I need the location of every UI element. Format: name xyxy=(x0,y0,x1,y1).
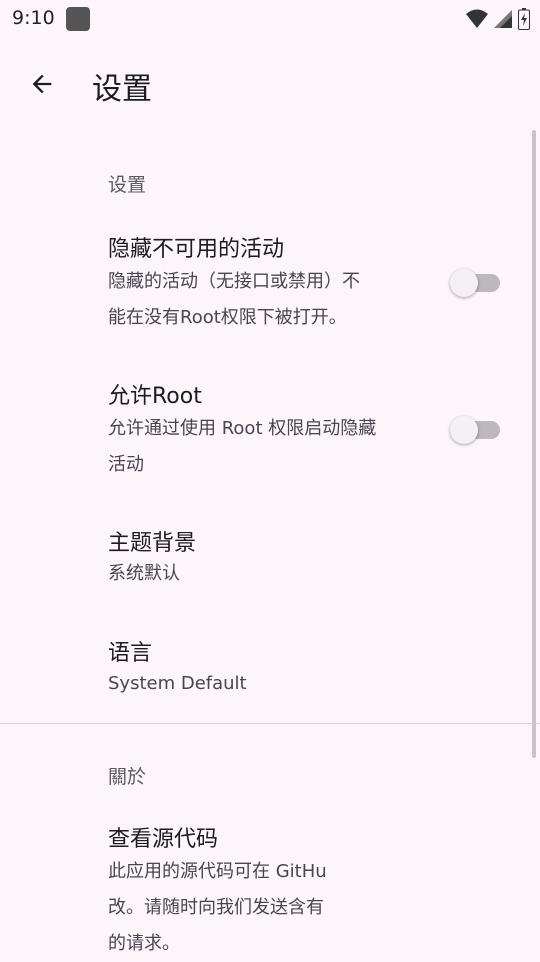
pref-summary-line: 改。请随时向我们发送含有 xyxy=(108,897,324,918)
pref-title: 主题背景 xyxy=(108,531,197,556)
app-bar: 设置 xyxy=(0,50,540,120)
back-button[interactable] xyxy=(22,64,62,104)
scrollbar[interactable] xyxy=(532,130,536,758)
pref-title: 隐藏不可用的活动 xyxy=(108,237,285,262)
pref-theme[interactable]: 主题背景 系统默认 xyxy=(108,528,428,588)
arrow-back-icon xyxy=(32,74,52,94)
pref-title: 查看源代码 xyxy=(108,827,219,852)
status-bar: 9:10 xyxy=(0,0,540,38)
section-divider xyxy=(0,723,540,724)
cell-signal-icon xyxy=(494,10,512,28)
pref-view-source-code[interactable]: 查看源代码 此应用的源代码可在 GitHu 改。请随时向我们发送含有 的请求。 xyxy=(108,824,508,962)
pref-summary-line: 系统默认 xyxy=(108,563,180,584)
pref-summary-line: 的请求。 xyxy=(108,933,180,954)
pref-summary-line: 活动 xyxy=(108,454,144,475)
notification-icon xyxy=(66,7,90,31)
pref-summary-line: 此应用的源代码可在 GitHu xyxy=(108,861,327,882)
switch-thumb xyxy=(450,269,478,297)
allow-root-switch[interactable] xyxy=(450,415,500,444)
pref-summary-line: System Default xyxy=(108,673,247,694)
pref-language[interactable]: 语言 System Default xyxy=(108,638,428,698)
pref-title: 允许Root xyxy=(108,384,202,409)
status-icons xyxy=(466,8,530,30)
section-header-settings: 设置 xyxy=(108,174,147,196)
pref-summary-line: 允许通过使用 Root 权限启动隐藏 xyxy=(108,418,377,439)
page-title: 设置 xyxy=(92,72,152,107)
hide-activities-switch[interactable] xyxy=(450,268,500,297)
pref-hide-unavailable-activities[interactable]: 隐藏不可用的活动 隐藏的活动（无接口或禁用）不 能在没有Root权限下被打开。 xyxy=(108,234,428,336)
status-time: 9:10 xyxy=(12,7,55,29)
pref-summary-line: 能在没有Root权限下被打开。 xyxy=(108,307,347,328)
wifi-icon xyxy=(466,9,488,28)
pref-allow-root[interactable]: 允许Root 允许通过使用 Root 权限启动隐藏 活动 xyxy=(108,381,428,483)
pref-summary-line: 隐藏的活动（无接口或禁用）不 xyxy=(108,271,360,292)
battery-icon xyxy=(518,8,530,30)
switch-thumb xyxy=(450,416,478,444)
section-header-about: 關於 xyxy=(108,766,147,788)
pref-title: 语言 xyxy=(108,641,153,666)
